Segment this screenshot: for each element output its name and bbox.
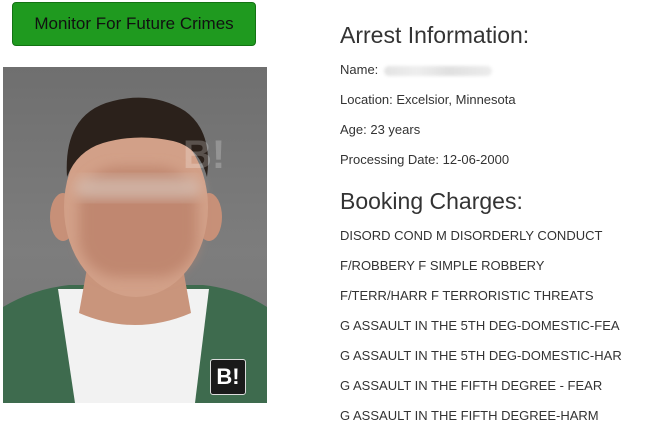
charge-item: F/ROBBERY F SIMPLE ROBBERY [340,258,545,273]
monitor-for-future-crimes-button[interactable]: Monitor For Future Crimes [12,2,256,46]
mugshot-photo: B! B! [3,67,267,403]
charge-item: G ASSAULT IN THE FIFTH DEGREE - FEAR [340,378,603,393]
mugshot-illustration [3,97,267,403]
name-value-blurred [384,65,493,76]
charge-item: G ASSAULT IN THE FIFTH DEGREE-HARM [340,408,599,423]
charge-item: G ASSAULT IN THE 5TH DEG-DOMESTIC-FEA [340,318,620,333]
location-line: Location: Excelsior, Minnesota [340,92,516,107]
age-line: Age: 23 years [340,122,421,137]
charge-item: F/TERR/HARR F TERRORISTIC THREATS [340,288,594,303]
processing-date-line: Processing Date: 12-06-2000 [340,152,510,167]
booking-charges-heading: Booking Charges: [340,188,523,214]
charge-item: G ASSAULT IN THE 5TH DEG-DOMESTIC-HAR [340,348,622,363]
arrest-information-heading: Arrest Information: [340,22,530,48]
name-row: Name: [340,62,493,77]
name-label: Name: [340,62,379,77]
busted-badge-icon: B! [210,359,246,395]
charge-item: DISORD COND M DISORDERLY CONDUCT [340,228,603,243]
watermark-logo: B! [183,133,226,177]
